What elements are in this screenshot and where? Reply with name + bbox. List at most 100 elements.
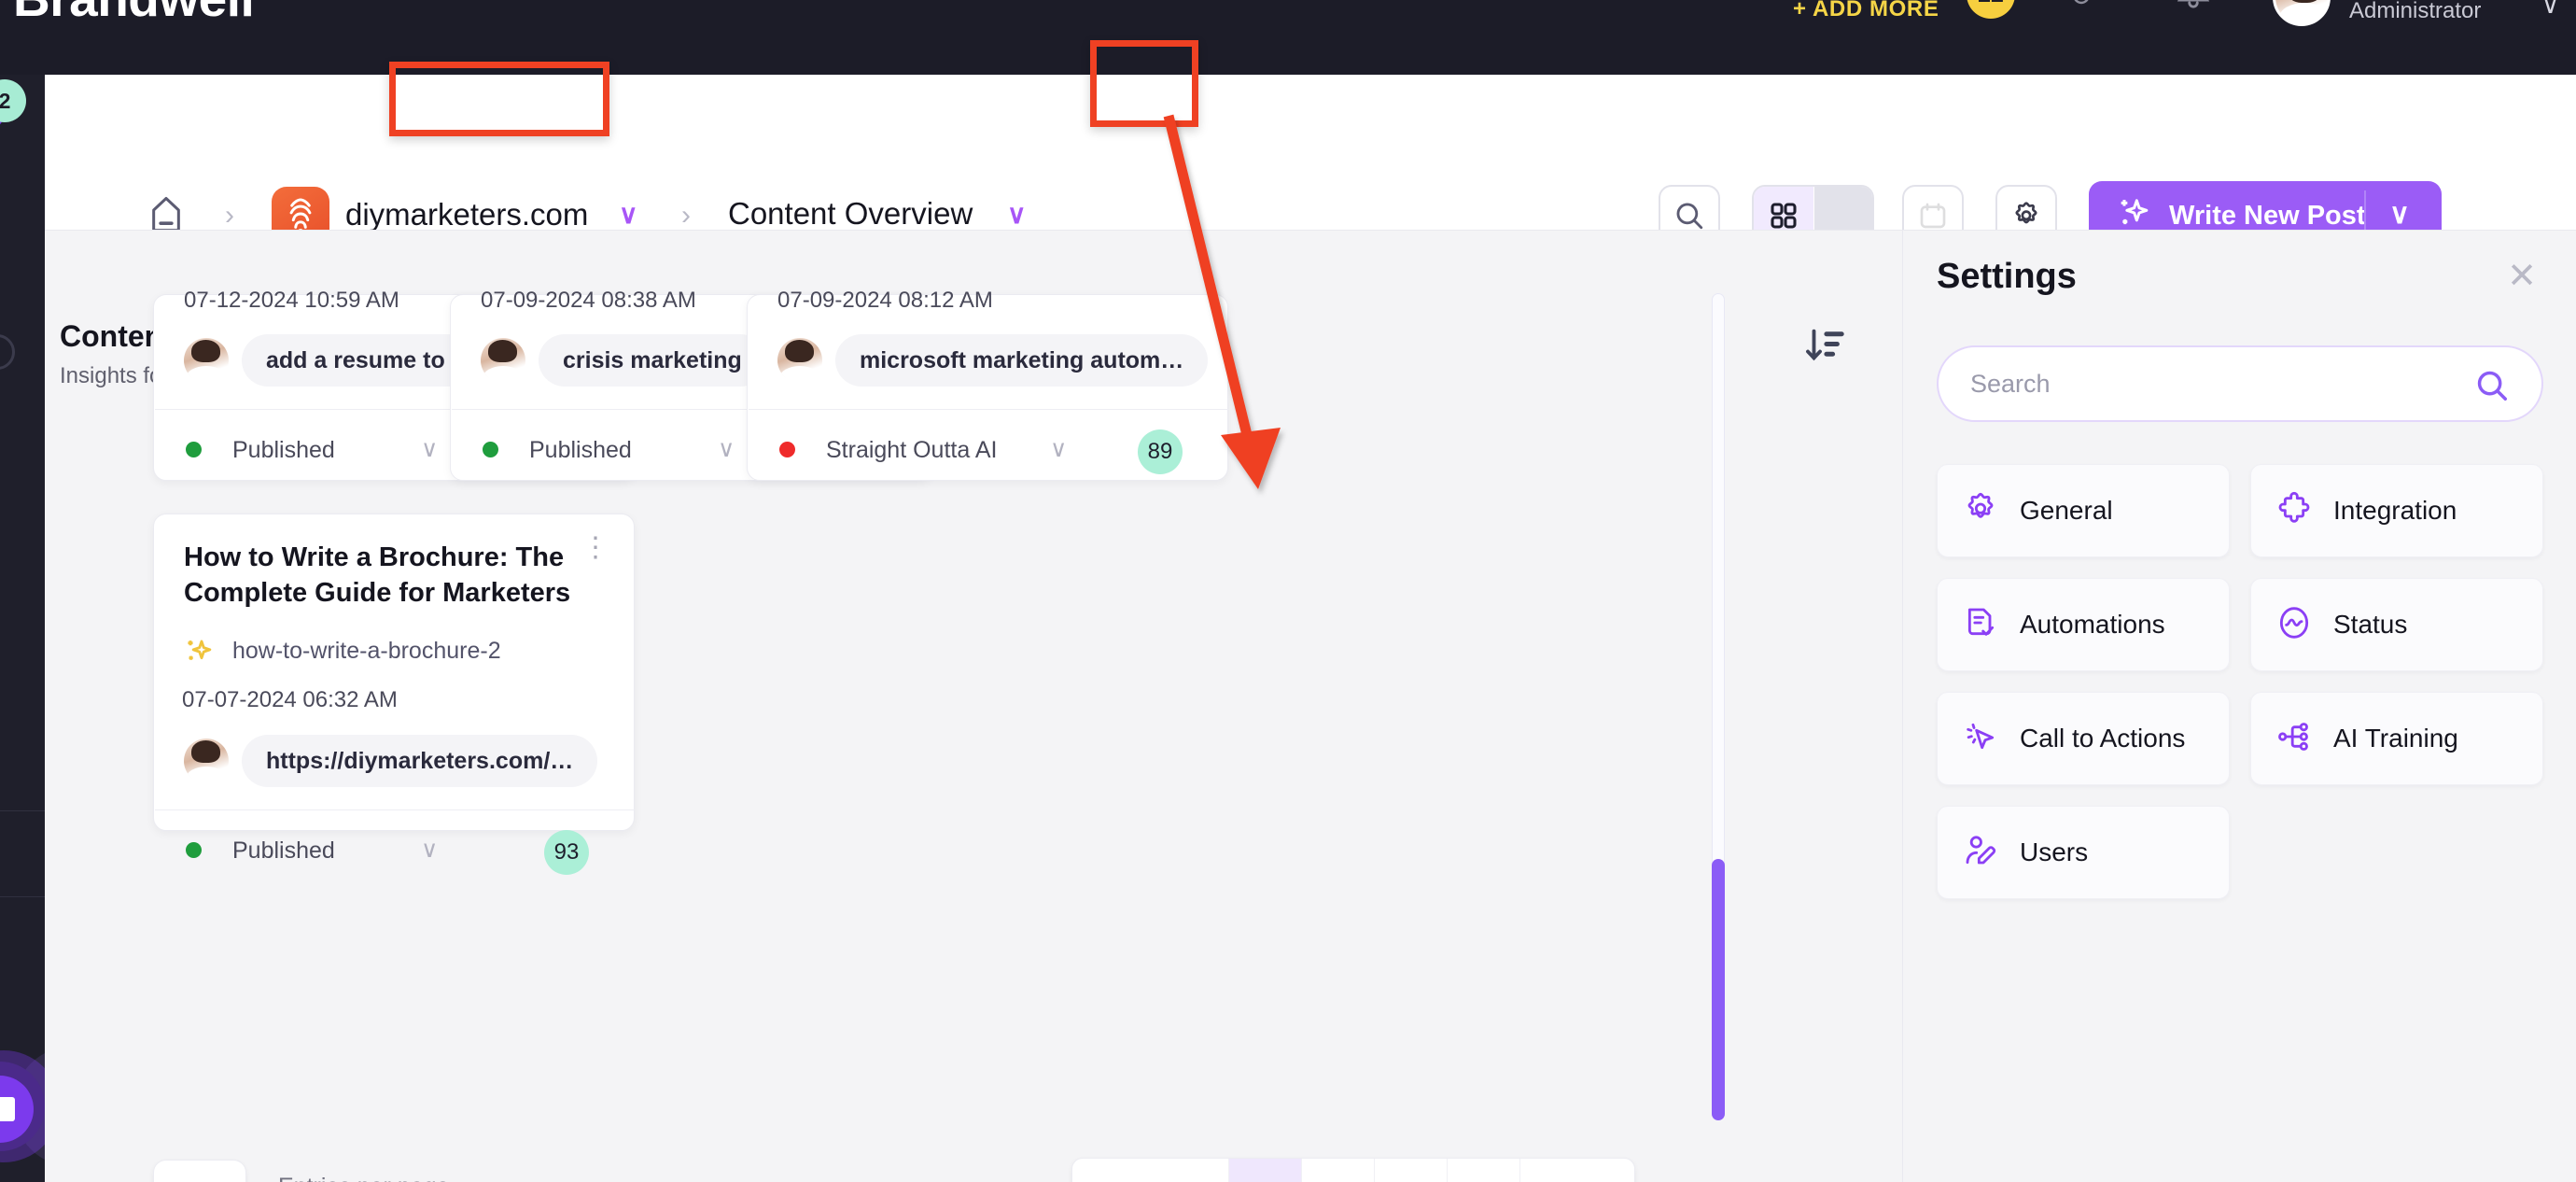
pagination-page-3[interactable]: 3 [1375,1159,1448,1182]
card-author-avatar [184,338,229,383]
breadcrumb-section-label[interactable]: Content Overview [728,196,973,232]
content-card[interactable]: 07-09-2024 08:12 AM microsoft marketing … [747,294,1228,481]
settings-item-users[interactable]: Users [1937,806,2230,899]
settings-search-box[interactable] [1937,345,2543,422]
puzzle-icon [2275,490,2313,532]
status-label: Published [529,437,632,464]
content-scrollbar-thumb[interactable] [1712,859,1725,1120]
status-dot [483,442,498,457]
rail-avatar-ring [0,334,15,370]
card-date: 07-09-2024 08:38 AM [481,288,696,314]
search-input[interactable] [1970,370,2456,399]
settings-item-call-to-actions[interactable]: Call to Actions [1937,692,2230,785]
pagination-control[interactable]: ‹ Previous 1 2 3 4 Next › [1071,1158,1635,1182]
settings-item-label: General [2020,496,2113,526]
chevron-down-icon[interactable]: ∨ [2541,0,2559,20]
settings-item-integration[interactable]: Integration [2250,464,2543,557]
status-dot [186,442,202,457]
card-divider [155,809,635,810]
settings-items-grid: General Integration [1937,464,2543,899]
chevron-right-icon: › [1604,1175,1614,1182]
card-keyword-chip[interactable]: microsoft marketing autom… [835,334,1208,387]
pagination-previous-label: Previous [1117,1178,1208,1182]
close-icon[interactable]: ✕ [2507,255,2537,297]
node-network-icon [2275,718,2313,760]
settings-item-label: Users [2020,837,2088,867]
status-chevron-down-icon[interactable]: ∨ [421,836,438,864]
bell-icon[interactable] [2177,0,2209,22]
breadcrumb-separator-2: › [681,200,691,232]
annotation-box-toolbar-buttons [1090,40,1198,127]
gear-icon [1962,490,1999,532]
kebab-menu-icon[interactable]: ⋮ [581,541,609,556]
entries-per-page-select[interactable]: 10 ∨ [153,1160,246,1182]
notification-count-badge[interactable]: 22 [1967,0,2015,19]
annotation-box-content-overview [389,62,609,136]
status-dot [186,842,202,858]
content-panel: Content Insights for your website SEO sc… [45,231,1902,1182]
card-author-avatar [184,739,229,783]
card-slug: how-to-write-a-brochure-2 [232,638,501,665]
user-role-label: Administrator [2349,0,2481,24]
avatar[interactable] [2273,0,2331,26]
status-chevron-down-icon[interactable]: ∨ [421,435,438,463]
cursor-click-icon [1962,718,1999,760]
pulse-icon [2275,604,2313,646]
settings-item-ai-training[interactable]: AI Training [2250,692,2543,785]
fab-glyph-icon [0,1097,15,1121]
settings-item-label: AI Training [2333,724,2458,753]
brand-logo: Brandwell [13,0,254,28]
card-author-avatar [777,338,822,383]
pagination-previous[interactable]: ‹ Previous [1072,1159,1229,1182]
card-keyword-chip[interactable]: crisis marketing [539,334,766,387]
status-label: Published [232,437,335,464]
rail-divider-1 [0,810,45,811]
left-sidebar-rail[interactable]: 2 rd ng l [0,0,45,1182]
settings-title: Settings [1937,257,2077,297]
status-chevron-down-icon[interactable]: ∨ [718,435,735,463]
settings-item-status[interactable]: Status [2250,578,2543,671]
settings-item-automations[interactable]: Automations [1937,578,2230,671]
seo-score-badge: 93 [544,830,589,875]
sparkle-icon [182,636,216,674]
card-date: 07-07-2024 06:32 AM [182,687,398,713]
settings-item-label: Status [2333,610,2407,640]
search-icon[interactable] [2474,368,2510,408]
add-more-button[interactable]: + ADD MORE [1793,0,1939,22]
screen-root: 2 rd ng l Brandwell + ADD MORE 22 Admini… [0,0,2576,1182]
entries-per-page-label: Entries per page [278,1174,449,1182]
user-edit-icon [1962,832,1999,874]
settings-item-general[interactable]: General [1937,464,2230,557]
breadcrumb-separator-1: › [225,200,234,232]
pagination-page-2[interactable]: 2 [1302,1159,1375,1182]
card-date: 07-12-2024 10:59 AM [184,288,399,314]
pagination-next[interactable]: Next › [1520,1159,1633,1182]
card-url-chip[interactable]: https://diymarketers.com/… [242,735,597,787]
section-chevron-down-icon[interactable]: ∨ [1007,199,1027,230]
status-chevron-down-icon[interactable]: ∨ [1050,435,1067,463]
card-divider [749,409,1228,410]
rail-count-badge: 2 [0,79,26,122]
pagination-next-label: Next [1541,1178,1589,1182]
content-card-featured[interactable]: How to Write a Brochure: The Complete Gu… [153,514,635,831]
paperclip-icon[interactable] [2067,0,2095,22]
site-chevron-down-icon[interactable]: ∨ [619,199,638,230]
rail-divider-2 [0,896,45,897]
card-title: How to Write a Brochure: The Complete Gu… [184,541,595,611]
status-dot [779,442,795,457]
breadcrumb-site-name[interactable]: diymarketers.com [345,197,588,232]
settings-panel: Settings ✕ [1902,231,2576,1182]
content-scrollbar-track[interactable] [1712,293,1725,956]
entries-per-page-value: 10 [173,1179,199,1182]
settings-item-label: Integration [2333,496,2457,526]
pagination-page-4[interactable]: 4 [1448,1159,1520,1182]
pagination-page-1[interactable]: 1 [1229,1159,1302,1182]
app-window: › diymarketers.com ∨ › Content Overview … [45,75,2576,1182]
document-check-icon [1962,604,1999,646]
write-new-post-label: Write New Post [2169,201,2366,232]
sort-descending-icon[interactable] [1803,324,1846,372]
card-author-avatar [481,338,525,383]
seo-score-badge: 89 [1138,429,1183,474]
chevron-left-icon: ‹ [1093,1175,1102,1182]
write-chevron-down-icon[interactable]: ∨ [2389,198,2410,231]
